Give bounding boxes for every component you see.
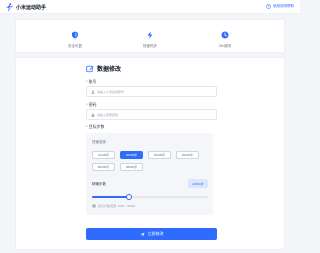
required-mark: * bbox=[86, 79, 88, 84]
features-bar: 安全可靠 快速同步 24h服务 bbox=[15, 19, 285, 53]
top-header: 小米运动助手 使用说明帮助 bbox=[0, 0, 300, 14]
step-value-badge: 20000步 bbox=[188, 179, 208, 188]
target-steps-area: 快速选择 10000步 20000步 30000步 50000步 80000步 … bbox=[86, 133, 213, 215]
help-link-text: 使用说明帮助 bbox=[273, 4, 294, 8]
account-input[interactable]: 请输入小米运动账号 bbox=[86, 86, 217, 97]
user-icon bbox=[91, 89, 95, 94]
help-circle-icon bbox=[266, 4, 271, 9]
preset-option[interactable]: 80000步 bbox=[92, 163, 115, 171]
help-link[interactable]: 使用说明帮助 bbox=[266, 4, 294, 9]
preset-option[interactable]: 10000步 bbox=[92, 151, 115, 159]
preset-option[interactable]: 30000步 bbox=[148, 151, 171, 159]
feature-label: 快速同步 bbox=[143, 44, 157, 48]
preset-header: 快速选择 bbox=[92, 140, 106, 144]
feature-label: 24h服务 bbox=[218, 44, 232, 48]
feature-security: 安全可靠 bbox=[40, 20, 110, 52]
info-icon bbox=[92, 204, 96, 208]
feature-service: 24h服务 bbox=[190, 20, 260, 52]
password-input[interactable]: 请输入登录密码 bbox=[86, 109, 217, 120]
required-mark: * bbox=[86, 124, 88, 129]
shield-icon bbox=[72, 31, 78, 39]
password-placeholder: 请输入登录密码 bbox=[97, 112, 119, 117]
send-icon bbox=[139, 231, 145, 236]
submit-button[interactable]: 立即修改 bbox=[86, 228, 217, 240]
clock-icon bbox=[221, 31, 229, 39]
preset-option[interactable]: 50000步 bbox=[176, 151, 199, 159]
runner-icon bbox=[6, 3, 13, 11]
lock-icon bbox=[91, 112, 95, 117]
account-label-text: 账号 bbox=[88, 79, 97, 84]
preset-option[interactable]: 20000步 bbox=[120, 151, 143, 159]
edit-icon bbox=[86, 65, 94, 72]
target-steps-label: *目标步数 bbox=[86, 124, 105, 130]
custom-steps-label: 精确步数 bbox=[92, 182, 106, 186]
brand-name: 小米运动助手 bbox=[16, 4, 47, 11]
steps-hint: 建议步数范围: 1000 - 98800 bbox=[92, 204, 135, 208]
feature-label: 安全可靠 bbox=[68, 44, 82, 48]
brand[interactable]: 小米运动助手 bbox=[6, 3, 46, 11]
steps-hint-text: 建议步数范围: 1000 - 98800 bbox=[98, 204, 136, 208]
page-title: 数据修改 bbox=[97, 67, 122, 73]
lightning-icon bbox=[147, 31, 153, 39]
slider-handle[interactable] bbox=[126, 194, 133, 200]
account-placeholder: 请输入小米运动账号 bbox=[97, 89, 125, 94]
password-label-text: 密码 bbox=[88, 102, 97, 107]
slider-fill bbox=[92, 196, 130, 198]
preset-option[interactable]: 98800步 bbox=[120, 163, 143, 171]
submit-label: 立即修改 bbox=[147, 231, 164, 236]
password-label: *密码 bbox=[86, 102, 97, 108]
target-steps-label-text: 目标步数 bbox=[88, 124, 105, 129]
feature-sync: 快速同步 bbox=[115, 20, 185, 52]
required-mark: * bbox=[86, 102, 88, 107]
form-title-row: 数据修改 bbox=[86, 64, 121, 73]
edit-form-panel: 数据修改 *账号 请输入小米运动账号 *密码 请输入登录密码 *目标步数 快速选… bbox=[15, 57, 285, 250]
account-label: *账号 bbox=[86, 79, 97, 85]
steps-slider[interactable] bbox=[92, 194, 208, 200]
